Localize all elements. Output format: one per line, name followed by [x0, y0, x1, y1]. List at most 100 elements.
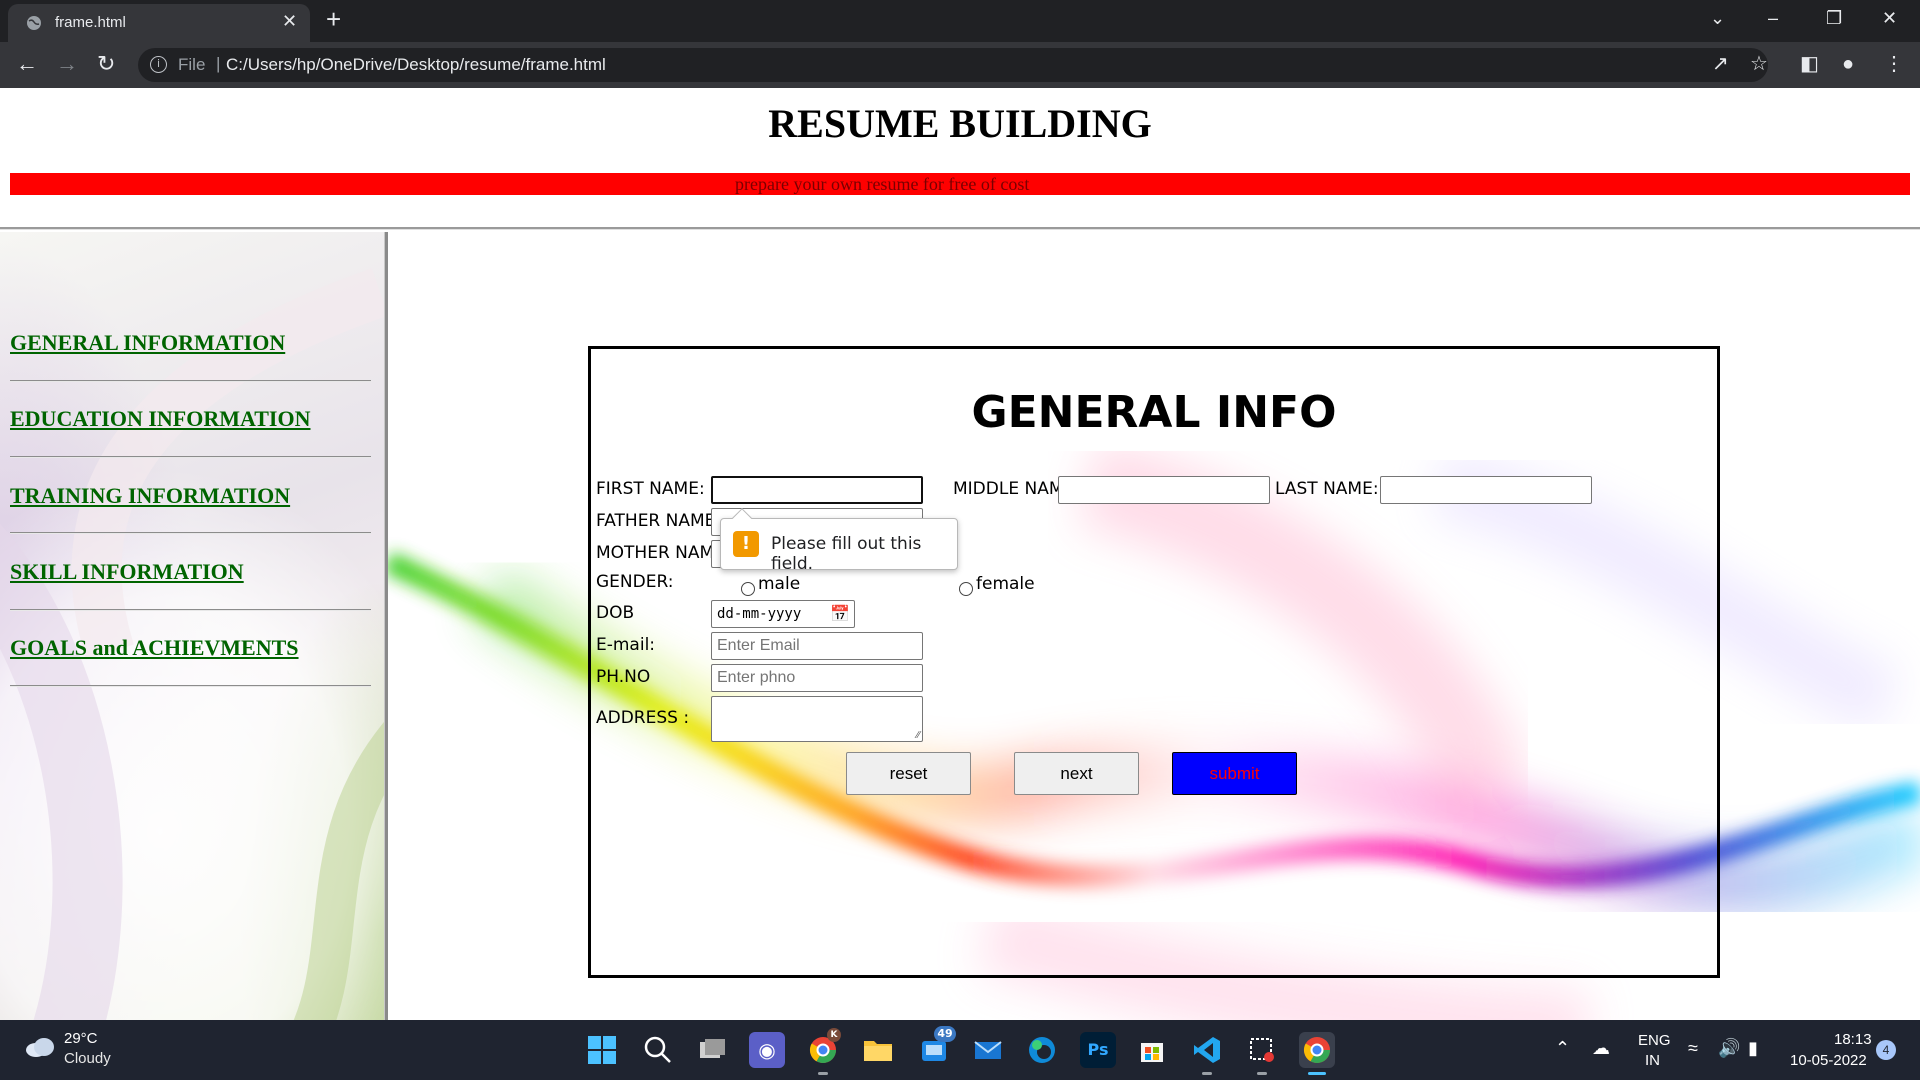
sidebar-item-education-information[interactable]: EDUCATION INFORMATION	[10, 406, 310, 432]
vscode-icon[interactable]	[1189, 1032, 1225, 1068]
sidebar-item-skill-information[interactable]: SKILL INFORMATION	[10, 559, 244, 585]
email-label: E-mail:	[596, 635, 656, 655]
address-textarea[interactable]: ∕∕	[711, 696, 923, 742]
reset-button[interactable]: reset	[846, 752, 971, 795]
sidebar-item-goals-and-achievements[interactable]: GOALS and ACHIEVMENTS	[10, 635, 299, 661]
gender-male-radio[interactable]	[741, 582, 755, 596]
forward-icon[interactable]: →	[56, 51, 78, 77]
running-indicator	[1257, 1072, 1267, 1075]
cloud-icon[interactable]	[24, 1036, 56, 1058]
first-name-label: FIRST NAME:	[596, 479, 705, 499]
tab-title: frame.html	[55, 14, 126, 31]
gender-male-label: male	[758, 574, 801, 594]
start-icon[interactable]	[584, 1032, 620, 1068]
address-label: ADDRESS :	[596, 708, 690, 728]
email-input[interactable]	[711, 632, 923, 660]
last-name-input[interactable]	[1380, 476, 1592, 504]
resize-handle-icon[interactable]: ∕∕	[917, 730, 920, 741]
sidebar-item-training-information[interactable]: TRAINING INFORMATION	[10, 483, 290, 509]
next-button[interactable]: next	[1014, 752, 1139, 795]
chrome-active-icon[interactable]	[1299, 1032, 1335, 1068]
chrome-profile-badge: K	[827, 1028, 841, 1042]
photoshop-icon[interactable]: Ps	[1080, 1032, 1116, 1068]
wifi-icon[interactable]: ≈	[1688, 1038, 1698, 1059]
back-icon[interactable]: ←	[16, 51, 38, 77]
close-tab-icon[interactable]: ✕	[282, 12, 297, 30]
phone-input[interactable]	[711, 664, 923, 692]
weather-temperature[interactable]: 29°C	[64, 1030, 98, 1047]
tab-search-icon[interactable]: ⌄	[1710, 8, 1725, 29]
submit-button[interactable]: submit	[1172, 752, 1297, 795]
search-icon[interactable]	[640, 1032, 676, 1068]
profile-icon[interactable]: ●	[1842, 53, 1854, 75]
new-tab-button[interactable]: +	[326, 6, 341, 32]
close-window-button[interactable]: ✕	[1882, 8, 1897, 29]
task-view-icon[interactable]	[694, 1032, 730, 1068]
mail-icon[interactable]	[970, 1032, 1006, 1068]
address-bar[interactable]: i File | C:/Users/hp/OneDrive/Desktop/re…	[138, 48, 1768, 82]
gender-label: GENDER:	[596, 572, 674, 592]
form-heading: GENERAL INFO	[971, 387, 1337, 438]
validation-tooltip: ! Please fill out this field.	[720, 508, 958, 574]
warning-icon: !	[733, 531, 759, 557]
active-app-indicator	[1308, 1072, 1326, 1075]
restore-button[interactable]: ❐	[1826, 8, 1842, 29]
sidebar-item-general-information[interactable]: GENERAL INFORMATION	[10, 330, 285, 356]
banner-text: prepare your own resume for free of cost	[735, 174, 1030, 194]
mail-badge-icon[interactable]: 49	[916, 1026, 956, 1068]
taskbar: 29°C Cloudy ◉ K 49 Ps ⌃ ☁ ENG IN ≈ 🔊 ▮ 1…	[0, 1020, 1920, 1080]
clock-date[interactable]: 10-05-2022	[1790, 1052, 1867, 1069]
first-name-input[interactable]	[711, 476, 923, 504]
clock-time[interactable]: 18:13	[1834, 1031, 1872, 1048]
running-indicator	[818, 1072, 828, 1075]
bookmark-star-icon[interactable]: ☆	[1750, 53, 1768, 75]
dob-placeholder: dd-mm-yyyy	[717, 606, 802, 622]
left-frame-menu: GENERAL INFORMATION EDUCATION INFORMATIO…	[0, 232, 385, 1020]
snipping-tool-icon[interactable]	[1244, 1032, 1280, 1068]
sidebar-divider	[10, 456, 371, 458]
notification-badge: 49	[934, 1026, 956, 1042]
volume-icon[interactable]: 🔊	[1718, 1038, 1740, 1059]
info-icon[interactable]: i	[150, 56, 167, 73]
battery-icon[interactable]: ▮	[1748, 1038, 1758, 1059]
gender-female-label: female	[976, 574, 1035, 594]
globe-icon	[27, 16, 41, 30]
middle-name-input[interactable]	[1058, 476, 1270, 504]
store-icon[interactable]	[1134, 1032, 1170, 1068]
share-icon[interactable]: ↗	[1712, 53, 1729, 75]
tab-strip: frame.html ✕ + ⌄ – ❐ ✕	[0, 0, 1920, 42]
running-indicator	[1202, 1072, 1212, 1075]
url-text[interactable]: C:/Users/hp/OneDrive/Desktop/resume/fram…	[226, 55, 606, 75]
reload-icon[interactable]: ↻	[97, 51, 115, 77]
onedrive-icon[interactable]: ☁	[1592, 1038, 1610, 1059]
gender-female-radio[interactable]	[959, 582, 973, 596]
page-title: RESUME BUILDING	[768, 101, 1152, 146]
chat-icon[interactable]: ◉	[749, 1032, 785, 1068]
sidebar-divider	[10, 685, 371, 687]
dob-date-input[interactable]: dd-mm-yyyy 📅	[711, 600, 855, 628]
middle-name-label: MIDDLE NAME	[953, 479, 1075, 499]
chevron-up-icon[interactable]: ⌃	[1555, 1038, 1570, 1059]
sidebar-divider	[10, 532, 371, 534]
file-explorer-icon[interactable]	[860, 1032, 896, 1068]
side-panel-icon[interactable]: ◧	[1800, 53, 1819, 75]
region-indicator[interactable]: IN	[1645, 1052, 1660, 1069]
minimize-button[interactable]: –	[1768, 8, 1778, 29]
menu-icon[interactable]: ⋮	[1884, 53, 1904, 75]
sidebar-divider	[10, 609, 371, 611]
banner-marquee: prepare your own resume for free of cost	[10, 173, 1910, 195]
file-label: File	[178, 55, 206, 74]
phone-label: PH.NO	[596, 667, 651, 687]
validation-message: Please fill out this field.	[771, 534, 922, 574]
chrome-icon[interactable]: K	[805, 1028, 841, 1068]
notification-center-badge[interactable]: 4	[1876, 1040, 1896, 1060]
edge-icon[interactable]	[1024, 1032, 1060, 1068]
url-separator: |	[216, 54, 221, 73]
dob-label: DOB	[596, 603, 635, 623]
weather-description[interactable]: Cloudy	[64, 1050, 111, 1067]
browser-tab[interactable]: frame.html ✕	[8, 4, 310, 42]
calendar-icon[interactable]: 📅	[830, 604, 850, 623]
language-indicator[interactable]: ENG	[1638, 1032, 1671, 1049]
mother-name-label: MOTHER NAME	[596, 543, 725, 563]
father-name-label: FATHER NAME:	[596, 511, 722, 531]
